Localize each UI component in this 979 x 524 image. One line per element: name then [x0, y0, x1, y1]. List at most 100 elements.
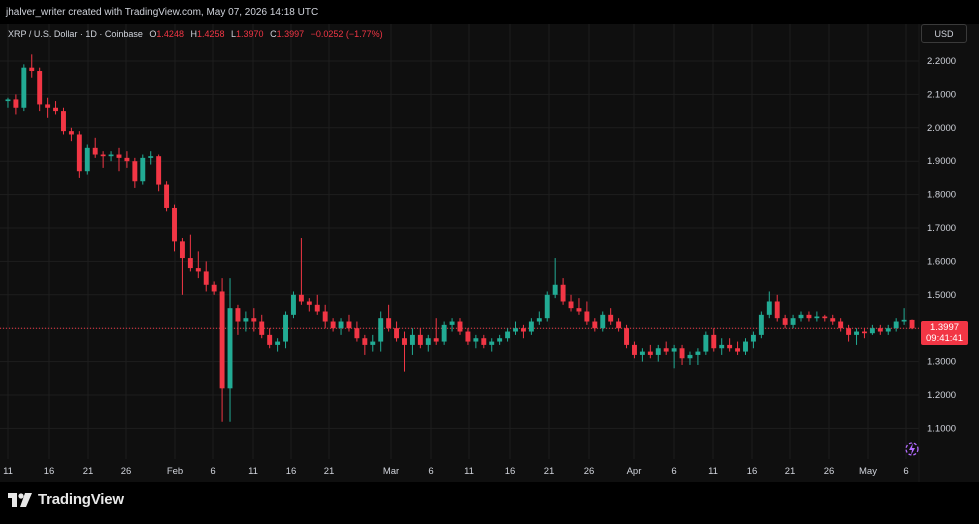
candle-body: [782, 318, 788, 325]
candle-body: [861, 331, 867, 334]
candle-body: [576, 308, 582, 312]
y-tick-label: 1.2000: [927, 390, 956, 401]
x-tick-label: 11: [3, 466, 13, 477]
y-tick-label: 2.1000: [927, 89, 956, 100]
symbol-legend: XRP / U.S. Dollar · 1D · Coinbase O1.424…: [8, 29, 383, 39]
countdown-value: 09:41:41: [926, 333, 963, 344]
candle-body: [703, 334, 709, 352]
candle-body: [505, 331, 511, 339]
candle-body: [259, 321, 265, 335]
candle-body: [806, 314, 812, 319]
candle-body: [378, 318, 384, 342]
candle-body: [5, 99, 11, 102]
currency-button[interactable]: USD: [921, 24, 967, 43]
candle-body: [885, 328, 891, 332]
candle-body: [211, 284, 217, 292]
candle-body: [322, 311, 328, 322]
candle-body: [346, 321, 352, 329]
x-tick-label: Feb: [167, 466, 183, 477]
candle-body: [695, 351, 701, 355]
candle-body: [473, 338, 479, 342]
candle-body: [433, 338, 439, 342]
candle-body: [219, 291, 225, 389]
candle-body: [663, 348, 669, 352]
candle-body: [29, 67, 35, 72]
candle-body: [814, 316, 820, 319]
candle-body: [92, 147, 98, 155]
candle-body: [647, 351, 653, 355]
candle-body: [394, 328, 400, 339]
candle-body: [766, 301, 772, 315]
candlestick-chart[interactable]: 2.2000 2.1000 2.0000 1.9000 1.8000 1.7000 1.60…: [0, 24, 979, 482]
candle-body: [354, 328, 360, 339]
candle-body: [616, 321, 622, 329]
candle-body: [536, 318, 542, 322]
candle-body: [639, 351, 645, 355]
candle-body: [235, 308, 241, 322]
x-tick-label: 11: [464, 466, 474, 477]
y-tick-label: 1.9000: [927, 156, 956, 167]
candle-body: [877, 328, 883, 332]
x-tick-label: 11: [248, 466, 258, 477]
lightning-icon[interactable]: [903, 440, 921, 458]
candle-body: [172, 207, 177, 242]
candle-body: [425, 338, 431, 345]
candle-body: [560, 284, 566, 302]
candle-body: [750, 334, 756, 342]
candle-body: [671, 348, 677, 352]
x-tick-label: 6: [671, 466, 676, 477]
change-value: −0.0252 (−1.77%): [310, 29, 383, 39]
candle-body: [624, 328, 629, 345]
candle-body: [243, 318, 249, 322]
candle-body: [164, 184, 170, 208]
x-tick-label: Apr: [627, 466, 642, 477]
candle-body: [195, 268, 201, 272]
candle-body: [838, 321, 844, 329]
brand-logo[interactable]: TradingView: [8, 491, 124, 508]
candle-body: [61, 111, 66, 132]
tradingview-logo-icon: [8, 492, 32, 507]
candle-body: [544, 294, 550, 319]
low-value: 1.3970: [236, 29, 264, 39]
candle-body: [513, 328, 518, 332]
x-tick-label: 21: [324, 466, 335, 477]
x-tick-label: 6: [903, 466, 908, 477]
top-bar: jhalver_writer created with TradingView.…: [0, 0, 979, 24]
y-tick-label: 1.3000: [927, 357, 956, 368]
candle-body: [608, 314, 614, 322]
candle-body: [76, 134, 82, 172]
candle-body: [449, 321, 455, 325]
candle-body: [132, 161, 138, 182]
candle-body: [417, 334, 423, 345]
candle-body: [790, 318, 796, 325]
candle-body: [655, 348, 661, 355]
candle-body: [893, 321, 899, 329]
candle-body: [156, 156, 162, 185]
last-price-value: 1.3997: [929, 322, 960, 333]
candle-body: [489, 341, 495, 345]
candle-body: [283, 314, 288, 342]
x-tick-label: 21: [83, 466, 94, 477]
candle-body: [830, 318, 836, 322]
candle-body: [84, 147, 90, 172]
open-value: 1.4248: [156, 29, 184, 39]
candle-body: [267, 334, 273, 345]
candle-body: [552, 284, 558, 295]
candle-body: [187, 258, 193, 269]
candle-body: [457, 321, 463, 332]
symbol-name: XRP / U.S. Dollar · 1D · Coinbase: [8, 29, 143, 39]
chart-credit: jhalver_writer created with TradingView.…: [6, 7, 319, 18]
candle-body: [774, 301, 780, 319]
candle-body: [743, 341, 748, 352]
brand-name: TradingView: [38, 491, 124, 508]
candle-body: [386, 318, 392, 329]
candle-body: [291, 294, 296, 315]
y-tick-label: 1.7000: [927, 223, 956, 234]
candle-body: [68, 131, 74, 135]
x-tick-label: May: [859, 466, 877, 477]
candles: [5, 54, 915, 422]
candle-body: [306, 301, 312, 305]
x-tick-label: 26: [584, 466, 595, 477]
candle-body: [21, 67, 27, 108]
candle-body: [822, 316, 828, 319]
